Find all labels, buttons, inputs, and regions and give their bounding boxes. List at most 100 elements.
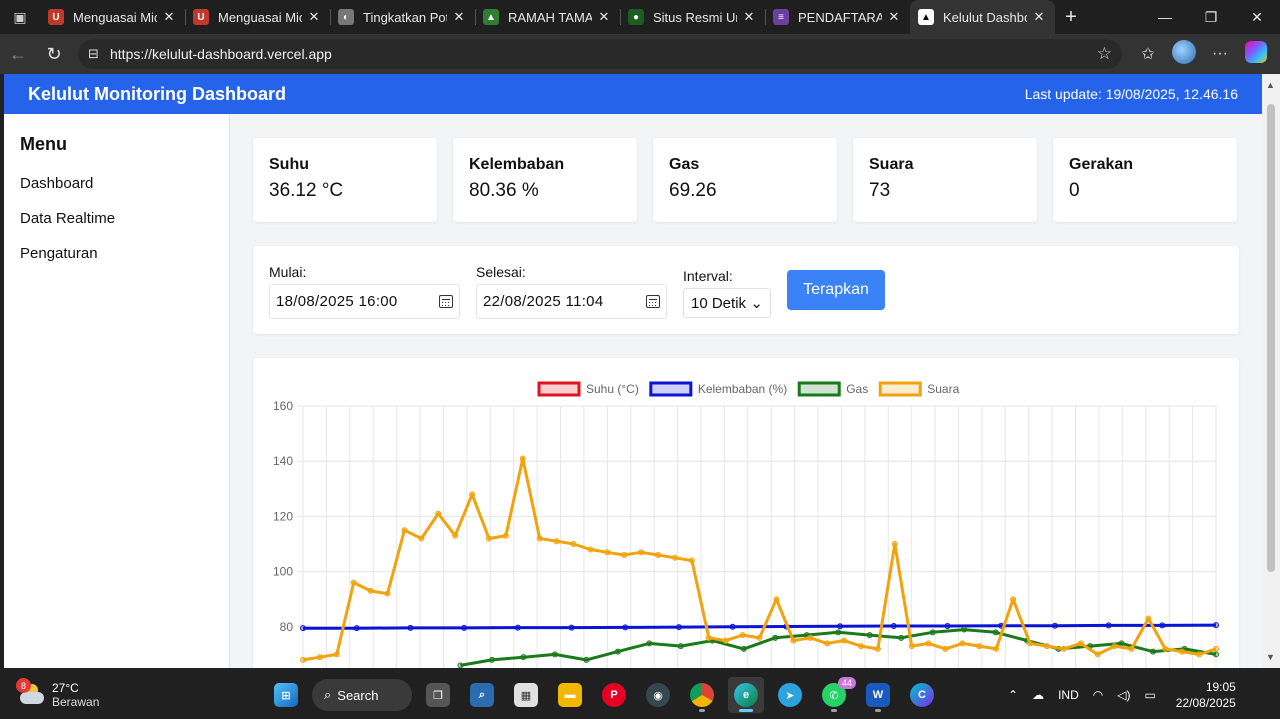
browser-tab[interactable]: ≡ PENDAFTARAN ✕ bbox=[765, 0, 910, 34]
pinterest-icon[interactable]: P bbox=[596, 677, 632, 713]
legend-swatch bbox=[797, 381, 841, 397]
series-point bbox=[866, 632, 873, 639]
card-value: 36.12 °C bbox=[269, 180, 344, 201]
canva-icon[interactable]: C bbox=[904, 677, 940, 713]
tab-title: Menguasai Mic bbox=[218, 9, 302, 25]
series-point bbox=[655, 552, 662, 559]
tab-close-icon[interactable]: ✕ bbox=[886, 9, 902, 25]
tab-actions-icon[interactable]: ▣ bbox=[0, 0, 40, 34]
start-windows-icon[interactable]: ⊞ bbox=[268, 677, 304, 713]
edge-browser-icon[interactable]: e bbox=[728, 677, 764, 713]
series-point bbox=[1051, 622, 1058, 629]
whatsapp-badge: 44 bbox=[837, 677, 856, 689]
tab-close-icon[interactable]: ✕ bbox=[596, 9, 612, 25]
card-value: 69.26 bbox=[669, 180, 717, 201]
scroll-up-icon[interactable]: ▲ bbox=[1266, 80, 1275, 90]
site-info-icon[interactable]: ⊟ bbox=[88, 46, 110, 62]
calendar-icon[interactable] bbox=[439, 295, 453, 308]
series-point bbox=[772, 634, 779, 641]
card-value: 73 bbox=[869, 180, 891, 201]
microsoft-store-icon[interactable]: ▦ bbox=[508, 677, 544, 713]
wifi-icon[interactable]: ◠ bbox=[1093, 688, 1103, 702]
telegram-icon[interactable]: ➤ bbox=[772, 677, 808, 713]
legend-label: Suara bbox=[927, 382, 959, 396]
chevron-up-icon[interactable]: ⌃ bbox=[1008, 688, 1018, 702]
chevron-down-icon: ⌄ bbox=[750, 295, 763, 312]
end-datetime-input[interactable]: 22/08/2025 11:04 bbox=[476, 284, 667, 319]
calendar-icon[interactable] bbox=[646, 295, 660, 308]
end-label: Selesai: bbox=[476, 264, 526, 280]
tab-close-icon[interactable]: ✕ bbox=[1031, 9, 1047, 25]
browser-tab[interactable]: U Menguasai Mic ✕ bbox=[185, 0, 330, 34]
favorites-icon[interactable]: ✩ bbox=[1130, 44, 1166, 64]
series-point bbox=[671, 554, 678, 561]
taskbar-search[interactable]: ⌕ Search bbox=[312, 679, 412, 711]
series-point bbox=[688, 557, 695, 564]
weather-desc: Berawan bbox=[52, 695, 100, 709]
tab-close-icon[interactable]: ✕ bbox=[741, 9, 757, 25]
url-field[interactable]: ⊟ https://kelulut-dashboard.vercel.app ☆ bbox=[78, 39, 1122, 69]
favorite-star-icon[interactable]: ☆ bbox=[1097, 44, 1112, 64]
page-scrollbar[interactable]: ▲ ▼ bbox=[1262, 74, 1280, 668]
sidebar-item-dashboard[interactable]: Dashboard bbox=[20, 175, 213, 192]
clock[interactable]: 19:05 22/08/2025 bbox=[1176, 679, 1236, 711]
restore-icon[interactable]: ❐ bbox=[1188, 9, 1234, 26]
chrome-icon[interactable] bbox=[684, 677, 720, 713]
browser-tab[interactable]: ● Situs Resmi Uni ✕ bbox=[620, 0, 765, 34]
series-point bbox=[407, 624, 414, 631]
scrollbar-thumb[interactable] bbox=[1267, 104, 1275, 572]
sensor-card-kelembaban: Kelembaban 80.36 % bbox=[453, 138, 637, 222]
profile-avatar[interactable] bbox=[1166, 39, 1202, 69]
new-tab-icon[interactable]: + bbox=[1055, 6, 1087, 29]
series-point bbox=[756, 634, 763, 641]
language-indicator[interactable]: IND bbox=[1058, 688, 1079, 702]
volume-icon[interactable]: ◁) bbox=[1117, 688, 1130, 702]
tab-favicon-icon: U bbox=[193, 9, 209, 25]
window-close-icon[interactable]: ✕ bbox=[1234, 9, 1280, 26]
series-point bbox=[1043, 643, 1050, 650]
legend-swatch bbox=[537, 381, 581, 397]
file-explorer-icon[interactable]: ▬ bbox=[552, 677, 588, 713]
series-point bbox=[1179, 648, 1186, 655]
sidebar-item-pengaturan[interactable]: Pengaturan bbox=[20, 245, 213, 262]
back-arrow-icon[interactable]: ← bbox=[0, 44, 36, 65]
task-view-icon[interactable]: ❐ bbox=[420, 677, 456, 713]
cloudy-weather-icon: 8 bbox=[16, 678, 46, 706]
browser-tab[interactable]: U Menguasai Mic ✕ bbox=[40, 0, 185, 34]
browser-tab[interactable]: ▲ RAMAH TAMAH ✕ bbox=[475, 0, 620, 34]
system-tray: ⌃ ☁ IND ◠ ◁) ▭ 19:05 22/08/2025 bbox=[1008, 671, 1236, 719]
whatsapp-icon[interactable]: ✆ 44 bbox=[816, 677, 856, 713]
interval-select[interactable]: 10 Detik ⌄ bbox=[683, 288, 771, 318]
date-filter-panel: Mulai: 18/08/2025 16:00 Selesai: 22/08/2… bbox=[253, 246, 1239, 334]
word-icon[interactable]: W bbox=[860, 677, 896, 713]
series-point bbox=[835, 629, 842, 636]
reload-icon[interactable]: ↻ bbox=[36, 44, 72, 65]
apply-button[interactable]: Terapkan bbox=[787, 270, 885, 310]
window-controls: — ❐ ✕ bbox=[1142, 9, 1280, 26]
start-field: Mulai: 18/08/2025 16:00 bbox=[269, 264, 460, 319]
series-point bbox=[485, 535, 492, 542]
series-point bbox=[874, 645, 881, 652]
battery-icon[interactable]: ▭ bbox=[1144, 688, 1155, 702]
scroll-down-icon[interactable]: ▼ bbox=[1266, 652, 1275, 662]
onedrive-cloud-icon[interactable]: ☁ bbox=[1032, 688, 1044, 702]
copilot-icon[interactable] bbox=[1238, 40, 1274, 68]
magnifier-app-icon[interactable]: ⌕ bbox=[464, 677, 500, 713]
weather-widget[interactable]: 8 27°C Berawan bbox=[16, 678, 158, 709]
tab-close-icon[interactable]: ✕ bbox=[451, 9, 467, 25]
vpn-app-icon[interactable]: ◉ bbox=[640, 677, 676, 713]
series-point bbox=[722, 637, 729, 644]
series-point bbox=[536, 535, 543, 542]
sidebar-item-data-realtime[interactable]: Data Realtime bbox=[20, 210, 213, 227]
browser-tab[interactable]: ◐ Tingkatkan Pote ✕ bbox=[330, 0, 475, 34]
start-datetime-input[interactable]: 18/08/2025 16:00 bbox=[269, 284, 460, 319]
browser-tab-active[interactable]: ▲ Kelulut Dashbo ✕ bbox=[910, 0, 1055, 34]
end-field: Selesai: 22/08/2025 11:04 bbox=[476, 264, 667, 319]
tab-close-icon[interactable]: ✕ bbox=[306, 9, 322, 25]
minimize-icon[interactable]: — bbox=[1142, 9, 1188, 26]
legend-label: Suhu (°C) bbox=[586, 382, 639, 396]
tab-close-icon[interactable]: ✕ bbox=[161, 9, 177, 25]
series-point bbox=[350, 579, 357, 586]
more-menu-icon[interactable]: ··· bbox=[1202, 45, 1238, 63]
tab-title: RAMAH TAMAH bbox=[508, 9, 592, 25]
